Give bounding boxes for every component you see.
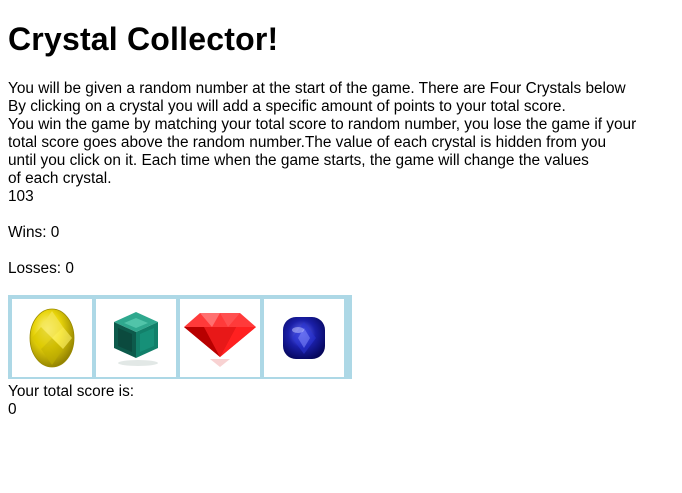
green-cube-gem-icon — [114, 312, 158, 366]
instruction-line: By clicking on a crystal you will add a … — [8, 98, 566, 115]
target-number: 103 — [8, 188, 34, 205]
instruction-line: total score goes above the random number… — [8, 134, 607, 151]
instruction-line: until you click on it. Each time when th… — [8, 152, 589, 169]
instructions: You will be given a random number at the… — [8, 80, 674, 188]
instruction-line: You win the game by matching your total … — [8, 116, 637, 133]
losses-counter: Losses: 0 — [8, 260, 74, 277]
total-score-value: 0 — [8, 401, 17, 418]
red-diamond-gem-icon — [184, 313, 256, 367]
instruction-line: You will be given a random number at the… — [8, 80, 626, 97]
instruction-line: of each crystal. — [8, 170, 112, 187]
crystal-yellow-button[interactable] — [12, 299, 92, 377]
wins-counter: Wins: 0 — [8, 224, 60, 241]
page: Crystal Collector! You will be given a r… — [0, 21, 682, 419]
page-title: Crystal Collector! — [8, 21, 279, 57]
crystal-row — [8, 295, 352, 379]
crystal-green-button[interactable] — [96, 299, 176, 377]
total-score-label: Your total score is: — [8, 383, 135, 400]
yellow-oval-gem-icon — [29, 308, 75, 368]
crystal-red-button[interactable] — [180, 299, 260, 377]
crystal-blue-button[interactable] — [264, 299, 344, 377]
blue-cushion-gem-icon — [283, 317, 325, 359]
